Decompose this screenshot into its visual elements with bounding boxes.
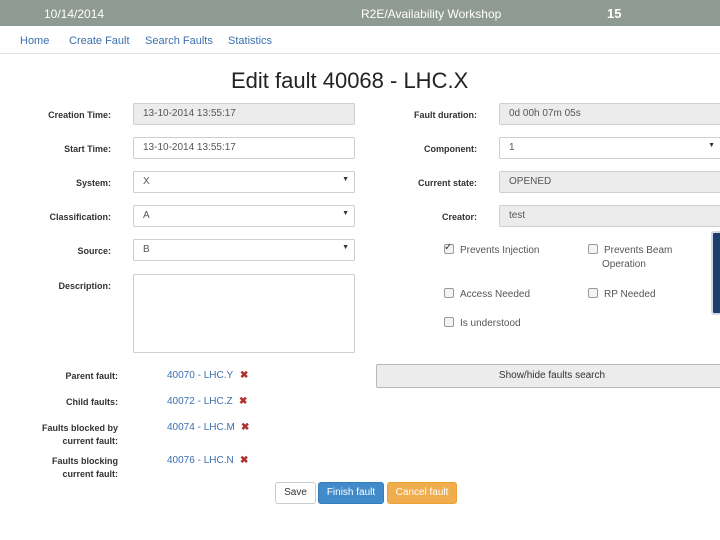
show-hide-faults-search-button[interactable]: Show/hide faults search <box>376 364 720 388</box>
checkbox-checked-icon <box>444 241 454 255</box>
fault-duration-label: Fault duration: <box>414 110 477 120</box>
faults-blocking-label: Faults blocking current fault: <box>20 455 118 481</box>
blocking-fault-link[interactable]: 40076 - LHC.N <box>167 455 234 466</box>
start-time-label: Start Time: <box>64 144 111 154</box>
slide-number: 15 <box>607 6 622 21</box>
caret-down-icon: ▼ <box>708 142 715 149</box>
system-select[interactable]: X ▼ <box>133 171 355 193</box>
page-title: Edit fault 40068 - LHC.X <box>231 68 469 93</box>
finish-fault-button[interactable]: Finish fault <box>318 482 384 504</box>
faults-blocked-by-label: Faults blocked by current fault: <box>20 422 118 448</box>
nav-statistics[interactable]: Statistics <box>228 35 272 47</box>
caret-down-icon: ▼ <box>342 176 349 183</box>
cancel-fault-button[interactable]: Cancel fault <box>387 482 457 504</box>
current-state-field: OPENED <box>499 171 720 193</box>
checkbox-icon <box>444 288 454 298</box>
classification-label: Classification: <box>49 212 111 222</box>
fault-duration-field: 0d 00h 07m 05s <box>499 103 720 125</box>
blocked-fault-link[interactable]: 40074 - LHC.M <box>167 422 235 433</box>
source-select[interactable]: B ▼ <box>133 239 355 261</box>
faults-blocked-by-line2: current fault: <box>62 436 118 446</box>
prevents-beam-operation-checkbox[interactable]: Prevents Beam Operation <box>588 244 672 272</box>
remove-parent-icon[interactable]: ✖ <box>240 370 248 381</box>
source-label: Source: <box>77 246 111 256</box>
description-textarea[interactable] <box>133 274 355 353</box>
prevents-beam-label: Prevents Beam <box>604 245 673 256</box>
faults-blocking-line2: current fault: <box>62 469 118 479</box>
side-panel-widget <box>711 231 720 315</box>
component-select-value: 1 <box>509 142 515 153</box>
nav-create-fault[interactable]: Create Fault <box>69 35 130 47</box>
creation-time-field: 13-10-2014 13:55:17 <box>133 103 355 125</box>
checkbox-icon <box>588 244 598 254</box>
creation-time-label: Creation Time: <box>48 110 111 120</box>
component-select[interactable]: 1 ▼ <box>499 137 720 159</box>
rp-needed-label: RP Needed <box>604 289 656 300</box>
source-select-value: B <box>143 244 150 255</box>
current-state-label: Current state: <box>417 178 477 188</box>
caret-down-icon: ▼ <box>342 244 349 251</box>
access-needed-checkbox[interactable]: Access Needed <box>444 288 530 302</box>
child-fault-link[interactable]: 40072 - LHC.Z <box>167 396 233 407</box>
description-label: Description: <box>58 281 111 291</box>
system-label: System: <box>75 178 111 188</box>
remove-child-icon[interactable]: ✖ <box>239 396 247 407</box>
checkbox-icon <box>588 288 598 298</box>
checkbox-icon <box>444 317 454 327</box>
slide-date: 10/14/2014 <box>44 7 105 21</box>
faults-blocking-line1: Faults blocking <box>51 456 118 466</box>
slide-title: R2E/Availability Workshop <box>361 7 502 21</box>
prevents-injection-checkbox[interactable]: Prevents Injection <box>444 241 540 258</box>
nav-divider <box>0 53 720 54</box>
is-understood-label: Is understood <box>460 318 521 329</box>
rp-needed-checkbox[interactable]: RP Needed <box>588 288 656 302</box>
remove-blocked-icon[interactable]: ✖ <box>241 422 249 433</box>
faults-blocked-by-line1: Faults blocked by <box>41 423 118 433</box>
remove-blocking-icon[interactable]: ✖ <box>240 455 248 466</box>
system-select-value: X <box>143 176 150 187</box>
save-button[interactable]: Save <box>275 482 316 504</box>
classification-select[interactable]: A ▼ <box>133 205 355 227</box>
parent-fault-link[interactable]: 40070 - LHC.Y <box>167 370 233 381</box>
classification-select-value: A <box>143 210 150 221</box>
creator-label: Creator: <box>441 212 477 222</box>
nav-search-faults[interactable]: Search Faults <box>145 35 213 47</box>
creator-field: test <box>499 205 720 227</box>
component-label: Component: <box>424 144 477 154</box>
prevents-beam-label-2: Operation <box>602 259 646 270</box>
slide-header: 10/14/2014 R2E/Availability Workshop 15 <box>0 0 720 26</box>
start-time-input[interactable]: 13-10-2014 13:55:17 <box>133 137 355 159</box>
access-needed-label: Access Needed <box>460 289 531 300</box>
parent-fault-label: Parent fault: <box>65 371 118 381</box>
is-understood-checkbox[interactable]: Is understood <box>444 317 521 331</box>
prevents-injection-label: Prevents Injection <box>460 245 540 256</box>
caret-down-icon: ▼ <box>342 210 349 217</box>
nav-home[interactable]: Home <box>20 35 49 47</box>
child-faults-label: Child faults: <box>66 397 118 407</box>
